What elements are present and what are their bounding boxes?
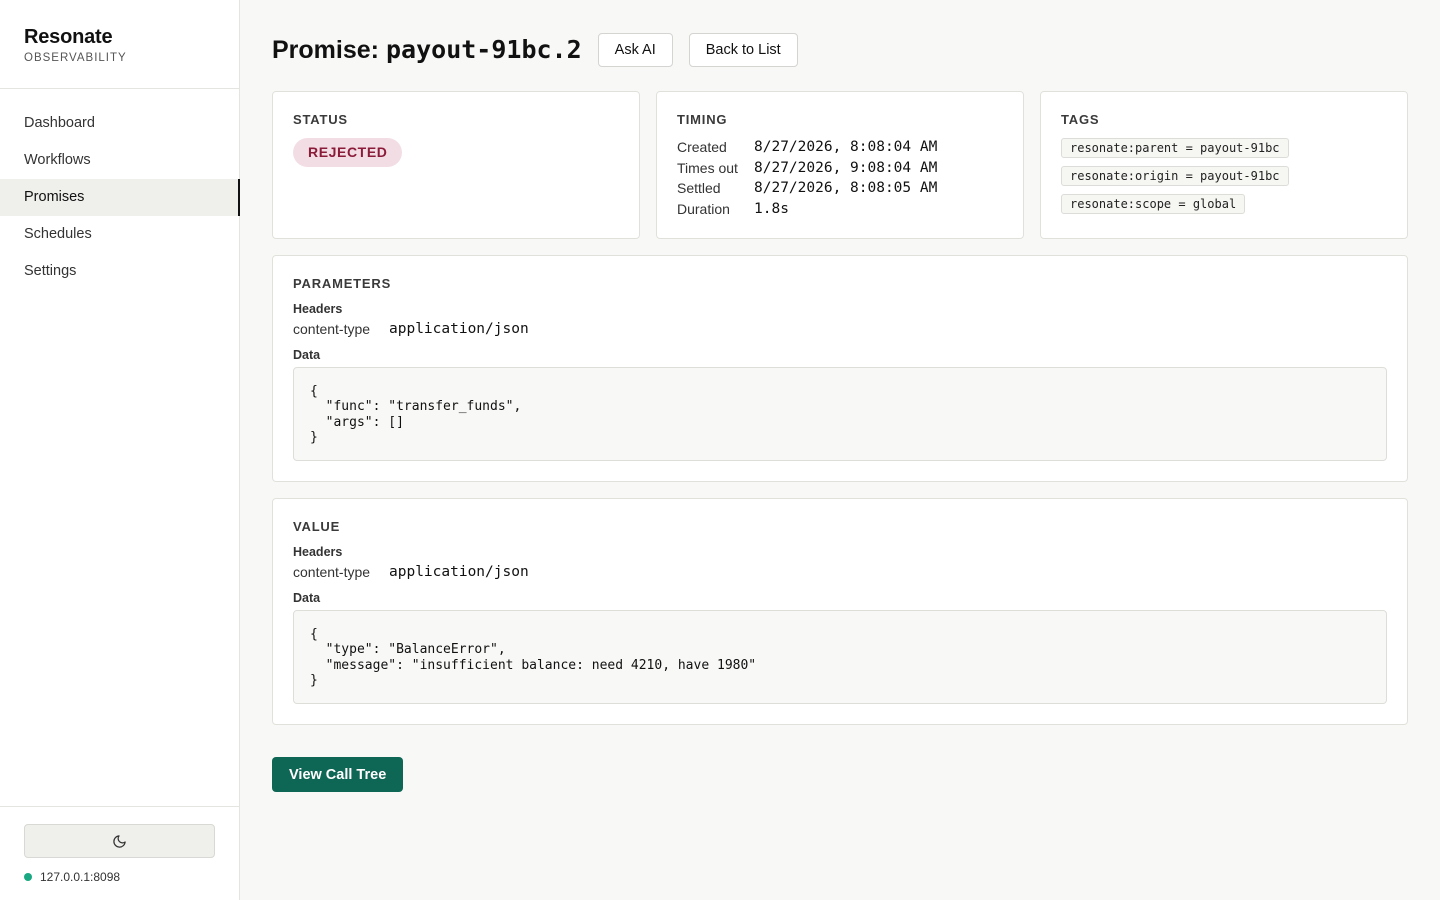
connection-status-dot <box>24 873 32 881</box>
timing-label: Created <box>677 139 727 156</box>
app-name: Resonate <box>24 26 113 48</box>
summary-cards: STATUS REJECTED TIMING Created 8/27/2026… <box>272 91 1408 239</box>
header-key: content-type <box>293 564 371 580</box>
parameters-data-block[interactable]: { "func": "transfer_funds", "args": [] } <box>293 367 1387 461</box>
timing-row: Settled 8/27/2026, 8:08:05 AM <box>677 178 1003 199</box>
timing-row: Duration 1.8s <box>677 199 1003 220</box>
sidebar: Resonate OBSERVABILITY Dashboard Workflo… <box>0 0 240 900</box>
page-header: Promise: payout-91bc.2 Ask AI Back to Li… <box>272 0 1408 100</box>
app-subtitle: OBSERVABILITY <box>24 52 127 64</box>
ask-ai-button[interactable]: Ask AI <box>597 33 673 67</box>
value-data-block[interactable]: { "type": "BalanceError", "message": "in… <box>293 610 1387 704</box>
parameters-data-label: Data <box>293 348 321 362</box>
value-data-label: Data <box>293 591 321 605</box>
timing-row: Created 8/27/2026, 8:08:04 AM <box>677 137 1003 158</box>
sidebar-item-workflows[interactable]: Workflows <box>0 142 239 179</box>
status-badge: REJECTED <box>293 138 403 167</box>
view-call-tree-button[interactable]: View Call Tree <box>272 757 404 792</box>
tag-chip: resonate:scope = global <box>1061 194 1246 214</box>
timing-value: 8/27/2026, 8:08:04 AM <box>754 139 938 156</box>
timing-value: 8/27/2026, 8:08:05 AM <box>754 180 938 197</box>
moon-icon <box>113 834 126 848</box>
value-headers-label: Headers <box>293 545 343 559</box>
value-heading: VALUE <box>293 519 341 534</box>
parameters-card: PARAMETERS Headers content-type applicat… <box>272 255 1408 482</box>
title-prefix: Promise: <box>272 36 379 64</box>
header-key: content-type <box>293 321 371 337</box>
sidebar-item-dashboard[interactable]: Dashboard <box>0 105 239 142</box>
timing-value: 8/27/2026, 9:08:04 AM <box>754 159 938 176</box>
sidebar-item-settings[interactable]: Settings <box>0 253 239 290</box>
header-value: application/json <box>389 564 529 580</box>
timing-list: Created 8/27/2026, 8:08:04 AM Times out … <box>677 137 1003 219</box>
server-status: 127.0.0.1:8098 <box>24 870 215 884</box>
tag-list: resonate:parent = payout-91bc resonate:o… <box>1061 130 1387 214</box>
value-card: VALUE Headers content-type application/j… <box>272 498 1408 725</box>
parameters-heading: PARAMETERS <box>293 276 392 291</box>
header-value: application/json <box>389 321 529 337</box>
timing-label: Settled <box>677 180 721 197</box>
status-heading: STATUS <box>293 112 348 127</box>
promise-id: payout-91bc.2 <box>385 35 582 64</box>
timing-row: Times out 8/27/2026, 9:08:04 AM <box>677 158 1003 179</box>
timing-label: Duration <box>677 200 730 217</box>
sidebar-item-promises[interactable]: Promises <box>0 179 240 216</box>
timing-label: Times out <box>677 159 738 176</box>
tag-chip: resonate:parent = payout-91bc <box>1061 138 1289 158</box>
tags-heading: TAGS <box>1061 112 1100 127</box>
timing-value: 1.8s <box>754 200 789 217</box>
server-address: 127.0.0.1:8098 <box>40 870 121 884</box>
back-to-list-button[interactable]: Back to List <box>688 33 798 67</box>
timing-heading: TIMING <box>677 112 728 127</box>
main-content: Promise: payout-91bc.2 Ask AI Back to Li… <box>272 0 1408 792</box>
brand: Resonate OBSERVABILITY <box>0 0 239 89</box>
parameters-header-row: content-type application/json <box>293 321 1387 337</box>
tags-card: TAGS resonate:parent = payout-91bc reson… <box>1040 91 1408 239</box>
theme-toggle-button[interactable] <box>24 824 215 858</box>
timing-card: TIMING Created 8/27/2026, 8:08:04 AM Tim… <box>656 91 1024 239</box>
sidebar-nav: Dashboard Workflows Promises Schedules S… <box>0 89 240 290</box>
sidebar-footer: 127.0.0.1:8098 <box>0 806 239 900</box>
parameters-headers-label: Headers <box>293 302 343 316</box>
status-card: STATUS REJECTED <box>272 91 640 239</box>
sidebar-item-schedules[interactable]: Schedules <box>0 216 239 253</box>
tag-chip: resonate:origin = payout-91bc <box>1061 166 1289 186</box>
value-header-row: content-type application/json <box>293 564 1387 580</box>
page-title: Promise: payout-91bc.2 <box>272 35 582 65</box>
